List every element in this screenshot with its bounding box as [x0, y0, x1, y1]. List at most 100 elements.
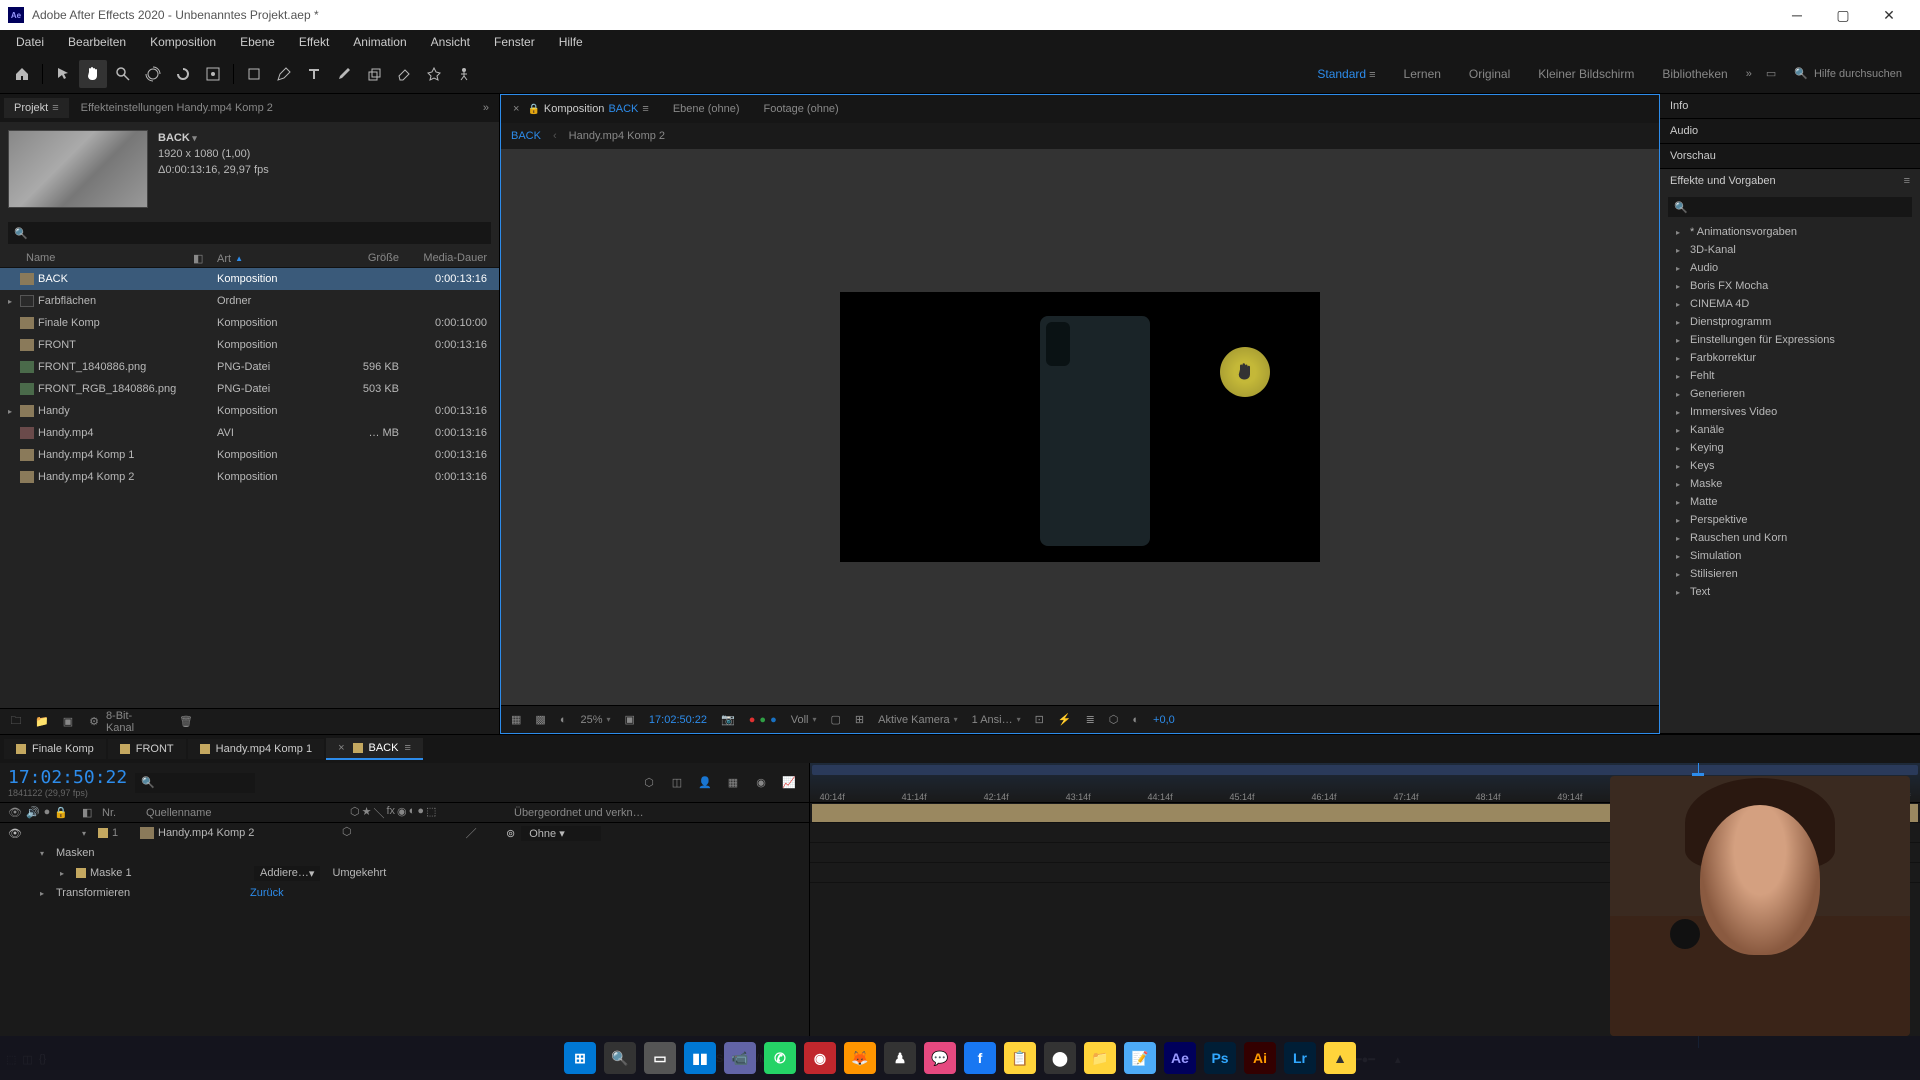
effect-controls-tab[interactable]: Effekteinstellungen Handy.mp4 Komp 2: [73, 98, 281, 118]
layer-name[interactable]: Handy.mp4 Komp 2: [158, 827, 338, 839]
zoom-tool[interactable]: [109, 60, 137, 88]
taskbar-app-icon[interactable]: ▲: [1324, 1042, 1356, 1074]
effect-category[interactable]: ▸Rauschen und Korn: [1660, 529, 1920, 547]
shape-tool[interactable]: [240, 60, 268, 88]
workspace-lernen[interactable]: Lernen: [1394, 63, 1451, 85]
zoom-dropdown[interactable]: 25%: [576, 714, 614, 726]
menu-bearbeiten[interactable]: Bearbeiten: [56, 30, 138, 54]
effect-category[interactable]: ▸Keying: [1660, 439, 1920, 457]
taskbar-app-icon[interactable]: ✆: [764, 1042, 796, 1074]
timeline-search[interactable]: 🔍: [135, 773, 255, 793]
close-icon[interactable]: ×: [513, 103, 519, 115]
effect-category[interactable]: ▸CINEMA 4D: [1660, 295, 1920, 313]
effect-category[interactable]: ▸Simulation: [1660, 547, 1920, 565]
video-column-icon[interactable]: 👁: [8, 806, 22, 819]
audio-column-icon[interactable]: 🔊: [26, 806, 40, 819]
collapse-switch[interactable]: ⬡: [342, 825, 352, 841]
effect-category[interactable]: ▸Kanäle: [1660, 421, 1920, 439]
new-folder-icon[interactable]: 📁: [32, 712, 52, 732]
panel-overflow[interactable]: »: [477, 102, 495, 114]
masks-group[interactable]: ▾ Masken: [0, 843, 809, 863]
resolution-icon[interactable]: ▣: [621, 713, 639, 726]
effect-category[interactable]: ▸* Animationsvorgaben: [1660, 223, 1920, 241]
pixel-aspect-icon[interactable]: ⊡: [1031, 713, 1048, 726]
col-parent[interactable]: Übergeordnet und verkn…: [514, 807, 801, 819]
comp-viewer-tab[interactable]: × 🔒 Komposition BACK ≡: [505, 99, 657, 119]
roto-tool[interactable]: [420, 60, 448, 88]
taskbar-app-icon[interactable]: 📝: [1124, 1042, 1156, 1074]
anchor-tool[interactable]: [199, 60, 227, 88]
help-search[interactable]: 🔍 Hilfe durchsuchen: [1784, 67, 1912, 80]
info-panel-header[interactable]: Info: [1660, 94, 1920, 118]
parent-dropdown[interactable]: Ohne ▾: [521, 826, 601, 841]
viewer-timecode[interactable]: 17:02:50:22: [645, 714, 711, 726]
selection-tool[interactable]: [49, 60, 77, 88]
footage-viewer-tab[interactable]: Footage (ohne): [756, 99, 847, 119]
timeline-tab[interactable]: Handy.mp4 Komp 1: [188, 739, 324, 759]
lock-icon[interactable]: 🔒: [527, 104, 539, 115]
taskbar-app-icon[interactable]: Ae: [1164, 1042, 1196, 1074]
effect-category[interactable]: ▸Farbkorrektur: [1660, 349, 1920, 367]
effect-category[interactable]: ▸Matte: [1660, 493, 1920, 511]
effect-category[interactable]: ▸Maske: [1660, 475, 1920, 493]
workspace-bibliotheken[interactable]: Bibliotheken: [1652, 63, 1737, 85]
timeline-tab[interactable]: ×BACK ≡: [326, 738, 423, 760]
exposure-value[interactable]: +0,0: [1149, 714, 1179, 726]
col-type[interactable]: Art▲: [217, 252, 327, 265]
mask-color-swatch[interactable]: [76, 868, 86, 878]
fast-preview-icon[interactable]: ⚡: [1054, 713, 1076, 726]
always-preview-icon[interactable]: ▦: [507, 713, 525, 726]
solo-column-icon[interactable]: ●: [44, 806, 51, 819]
flowchart-icon[interactable]: ⬡: [1105, 713, 1123, 726]
effect-category[interactable]: ▸Text: [1660, 583, 1920, 601]
frame-blend-icon[interactable]: ▦: [721, 771, 745, 795]
taskbar-app-icon[interactable]: ♟: [884, 1042, 916, 1074]
col-nr[interactable]: Nr.: [102, 807, 142, 819]
effect-category[interactable]: ▸Generieren: [1660, 385, 1920, 403]
effect-category[interactable]: ▸Immersives Video: [1660, 403, 1920, 421]
effect-category[interactable]: ▸Keys: [1660, 457, 1920, 475]
comp-mini-flowchart-icon[interactable]: ⬡: [637, 771, 661, 795]
effect-category[interactable]: ▸Dienstprogramm: [1660, 313, 1920, 331]
timeline-layers[interactable]: 👁 ▾ 1 Handy.mp4 Komp 2 ⬡／ ⊚ Ohne ▾ ▾ Mas…: [0, 823, 809, 1048]
project-item[interactable]: ▸FarbflächenOrdner: [0, 290, 499, 312]
taskbar-app-icon[interactable]: ◉: [804, 1042, 836, 1074]
panel-menu-icon[interactable]: ≡: [1904, 175, 1910, 187]
audio-panel-header[interactable]: Audio: [1660, 119, 1920, 143]
taskbar-app-icon[interactable]: ▮▮: [684, 1042, 716, 1074]
effect-category[interactable]: ▸Fehlt: [1660, 367, 1920, 385]
workspace-reset-icon[interactable]: ▭: [1760, 67, 1782, 80]
camera-dropdown[interactable]: Aktive Kamera: [874, 714, 962, 726]
taskbar-app-icon[interactable]: 📹: [724, 1042, 756, 1074]
menu-ansicht[interactable]: Ansicht: [419, 30, 482, 54]
pen-tool[interactable]: [270, 60, 298, 88]
taskbar-app-icon[interactable]: 🦊: [844, 1042, 876, 1074]
shy-icon[interactable]: 👤: [693, 771, 717, 795]
rotate-tool[interactable]: [169, 60, 197, 88]
trash-icon[interactable]: 🗑: [176, 712, 196, 732]
col-name[interactable]: Name: [8, 252, 193, 265]
effects-panel-header[interactable]: Effekte und Vorgaben≡: [1660, 169, 1920, 193]
eraser-tool[interactable]: [390, 60, 418, 88]
mask-icon[interactable]: ◐: [556, 714, 571, 726]
taskbar-app-icon[interactable]: ⬤: [1044, 1042, 1076, 1074]
snapshot-icon[interactable]: 📷: [717, 713, 739, 726]
puppet-tool[interactable]: [450, 60, 478, 88]
effect-category[interactable]: ▸Boris FX Mocha: [1660, 277, 1920, 295]
canvas[interactable]: [840, 292, 1320, 562]
effects-search[interactable]: 🔍: [1668, 197, 1912, 217]
interpret-footage-icon[interactable]: 🗀: [6, 712, 26, 732]
draft3d-icon[interactable]: ◫: [665, 771, 689, 795]
taskbar-app-icon[interactable]: f: [964, 1042, 996, 1074]
resolution-dropdown[interactable]: Voll: [787, 714, 821, 726]
mask-mode-dropdown[interactable]: Addiere… ▾: [254, 866, 320, 881]
taskbar-app-icon[interactable]: 📋: [1004, 1042, 1036, 1074]
col-source[interactable]: Quellenname: [146, 807, 346, 819]
label-column-icon[interactable]: ◧: [82, 806, 98, 819]
roi-icon[interactable]: ▢: [826, 713, 844, 726]
close-button[interactable]: ✕: [1866, 0, 1912, 30]
menu-fenster[interactable]: Fenster: [482, 30, 547, 54]
project-list[interactable]: BACKKomposition0:00:13:16▸FarbflächenOrd…: [0, 268, 499, 708]
views-dropdown[interactable]: 1 Ansi…: [968, 714, 1025, 726]
clone-tool[interactable]: [360, 60, 388, 88]
